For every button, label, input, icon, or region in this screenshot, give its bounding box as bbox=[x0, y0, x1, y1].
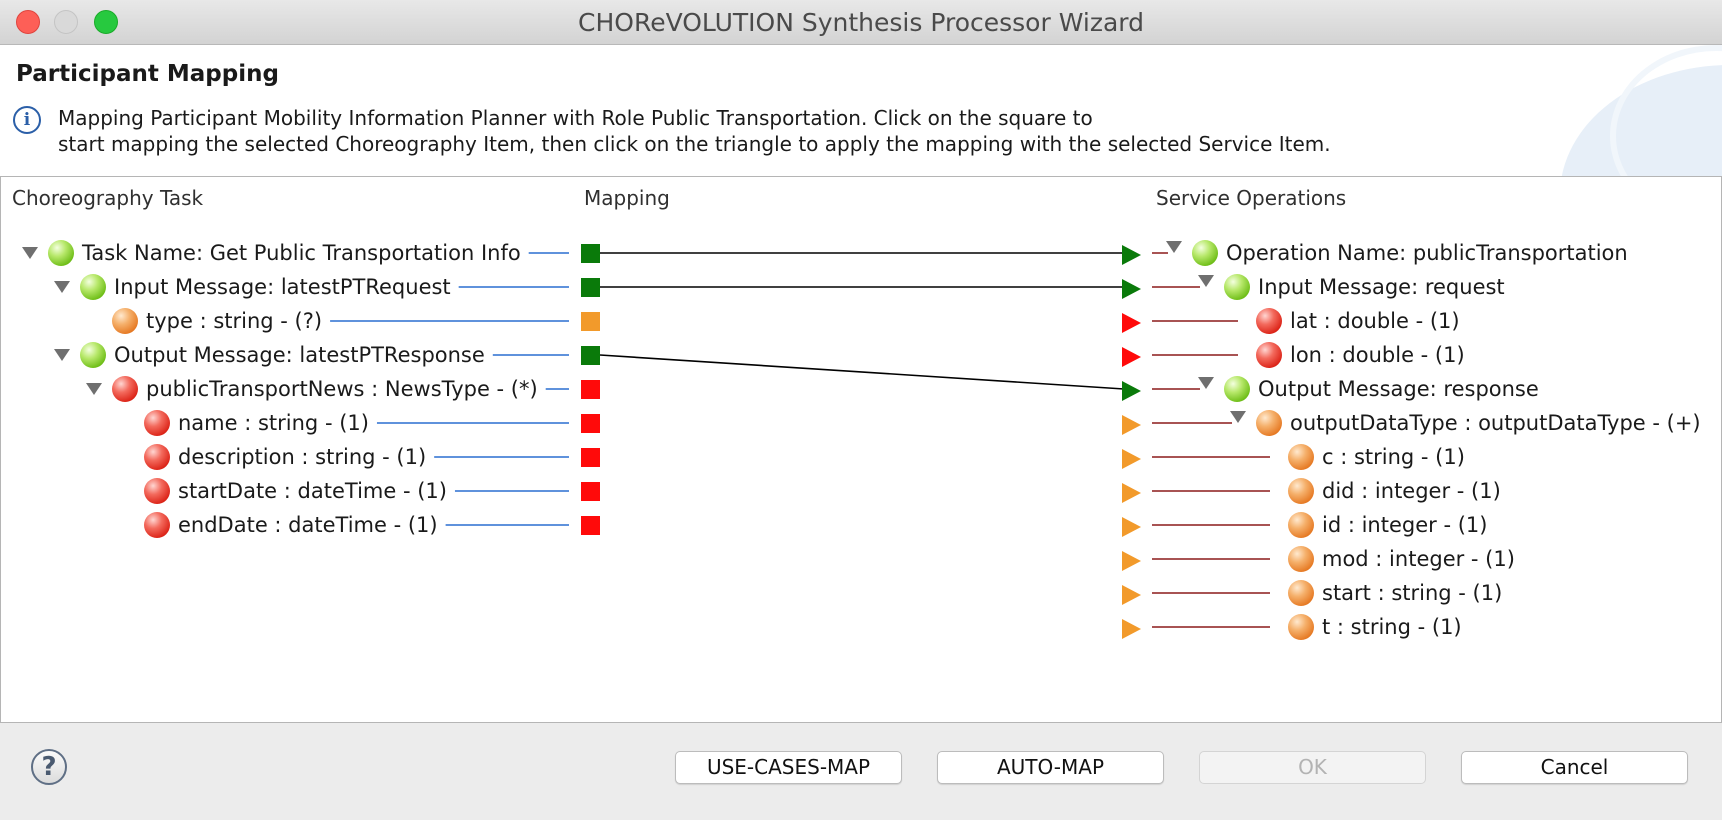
left-tree-item-task-name-get-public-transportation-info[interactable]: Task Name: Get Public Transportation Inf… bbox=[82, 238, 521, 268]
right-tree-item-start-string-1[interactable]: start : string - (1) bbox=[1322, 578, 1502, 608]
expand-toggle-icon[interactable] bbox=[22, 247, 38, 259]
right-tree-item-output-message-response[interactable]: Output Message: response bbox=[1258, 374, 1539, 404]
right-tree-item-outputdatatype-outputdatatype[interactable]: outputDataType : outputDataType - (+) bbox=[1290, 408, 1701, 438]
right-tree-item-lat-double-1[interactable]: lat : double - (1) bbox=[1290, 306, 1460, 336]
status-ball-icon bbox=[112, 376, 138, 402]
map-square-red[interactable] bbox=[581, 482, 600, 501]
status-ball-icon bbox=[1288, 546, 1314, 572]
map-square-green[interactable] bbox=[581, 346, 600, 365]
status-ball-icon bbox=[1256, 410, 1282, 436]
expand-toggle-icon[interactable] bbox=[1198, 377, 1214, 389]
right-tree-item-operation-name-publictransportation[interactable]: Operation Name: publicTransportation bbox=[1226, 238, 1628, 268]
right-tree-item-t-string-1[interactable]: t : string - (1) bbox=[1322, 612, 1462, 642]
left-tree-item-output-message-latestptresponse[interactable]: Output Message: latestPTResponse bbox=[114, 340, 485, 370]
right-tree-item-did-integer-1[interactable]: did : integer - (1) bbox=[1322, 476, 1501, 506]
apply-mapping-triangle-green[interactable] bbox=[1122, 279, 1141, 299]
map-square-red[interactable] bbox=[581, 414, 600, 433]
status-ball-icon bbox=[1256, 342, 1282, 368]
left-tree-item-publictransportnews-newstype[interactable]: publicTransportNews : NewsType - (*) bbox=[146, 374, 538, 404]
cancel-button[interactable]: Cancel bbox=[1461, 751, 1688, 784]
map-square-red[interactable] bbox=[581, 516, 600, 535]
apply-mapping-triangle-orange[interactable] bbox=[1122, 517, 1141, 537]
mapping-line bbox=[599, 354, 1125, 390]
apply-mapping-triangle-orange[interactable] bbox=[1122, 483, 1141, 503]
apply-mapping-triangle-red[interactable] bbox=[1122, 347, 1141, 367]
right-tree-item-mod-integer-1[interactable]: mod : integer - (1) bbox=[1322, 544, 1515, 574]
expand-toggle-icon[interactable] bbox=[86, 383, 102, 395]
map-square-green[interactable] bbox=[581, 244, 600, 263]
expand-toggle-icon[interactable] bbox=[1230, 411, 1246, 423]
status-ball-icon bbox=[112, 308, 138, 334]
status-ball-icon bbox=[1288, 444, 1314, 470]
status-ball-icon bbox=[144, 444, 170, 470]
right-tree-item-c-string-1[interactable]: c : string - (1) bbox=[1322, 442, 1465, 472]
status-ball-icon bbox=[1224, 274, 1250, 300]
left-tree-item-name-string-1[interactable]: name : string - (1) bbox=[178, 408, 369, 438]
use-cases-map-button[interactable]: USE-CASES-MAP bbox=[675, 751, 902, 784]
status-ball-icon bbox=[1288, 614, 1314, 640]
left-tree-item-description-string-1[interactable]: description : string - (1) bbox=[178, 442, 426, 472]
status-ball-icon bbox=[144, 410, 170, 436]
apply-mapping-triangle-green[interactable] bbox=[1122, 245, 1141, 265]
status-ball-icon bbox=[144, 512, 170, 538]
apply-mapping-triangle-green[interactable] bbox=[1122, 381, 1141, 401]
map-square-red[interactable] bbox=[581, 380, 600, 399]
status-ball-icon bbox=[144, 478, 170, 504]
ok-button: OK bbox=[1199, 751, 1426, 784]
expand-toggle-icon[interactable] bbox=[1166, 241, 1182, 253]
map-square-green[interactable] bbox=[581, 278, 600, 297]
status-ball-icon bbox=[48, 240, 74, 266]
left-tree-item-startdate-datetime-1[interactable]: startDate : dateTime - (1) bbox=[178, 476, 447, 506]
expand-toggle-icon[interactable] bbox=[1198, 275, 1214, 287]
expand-toggle-icon[interactable] bbox=[54, 281, 70, 293]
apply-mapping-triangle-orange[interactable] bbox=[1122, 449, 1141, 469]
apply-mapping-triangle-orange[interactable] bbox=[1122, 551, 1141, 571]
status-ball-icon bbox=[1192, 240, 1218, 266]
left-tree-item-type-string[interactable]: type : string - (?) bbox=[146, 306, 322, 336]
apply-mapping-triangle-orange[interactable] bbox=[1122, 619, 1141, 639]
status-ball-icon bbox=[1288, 580, 1314, 606]
apply-mapping-triangle-red[interactable] bbox=[1122, 313, 1141, 333]
status-ball-icon bbox=[1256, 308, 1282, 334]
apply-mapping-triangle-orange[interactable] bbox=[1122, 585, 1141, 605]
left-tree-item-input-message-latestptrequest[interactable]: Input Message: latestPTRequest bbox=[114, 272, 451, 302]
status-ball-icon bbox=[1224, 376, 1250, 402]
map-square-orange[interactable] bbox=[581, 312, 600, 331]
right-tree-item-input-message-request[interactable]: Input Message: request bbox=[1258, 272, 1505, 302]
auto-map-button[interactable]: AUTO-MAP bbox=[937, 751, 1164, 784]
expand-toggle-icon[interactable] bbox=[54, 349, 70, 361]
right-tree-item-lon-double-1[interactable]: lon : double - (1) bbox=[1290, 340, 1465, 370]
help-icon[interactable]: ? bbox=[31, 749, 67, 785]
status-ball-icon bbox=[80, 274, 106, 300]
status-ball-icon bbox=[1288, 512, 1314, 538]
status-ball-icon bbox=[80, 342, 106, 368]
left-tree-item-enddate-datetime-1[interactable]: endDate : dateTime - (1) bbox=[178, 510, 438, 540]
map-square-red[interactable] bbox=[581, 448, 600, 467]
apply-mapping-triangle-orange[interactable] bbox=[1122, 415, 1141, 435]
right-tree-item-id-integer-1[interactable]: id : integer - (1) bbox=[1322, 510, 1487, 540]
status-ball-icon bbox=[1288, 478, 1314, 504]
